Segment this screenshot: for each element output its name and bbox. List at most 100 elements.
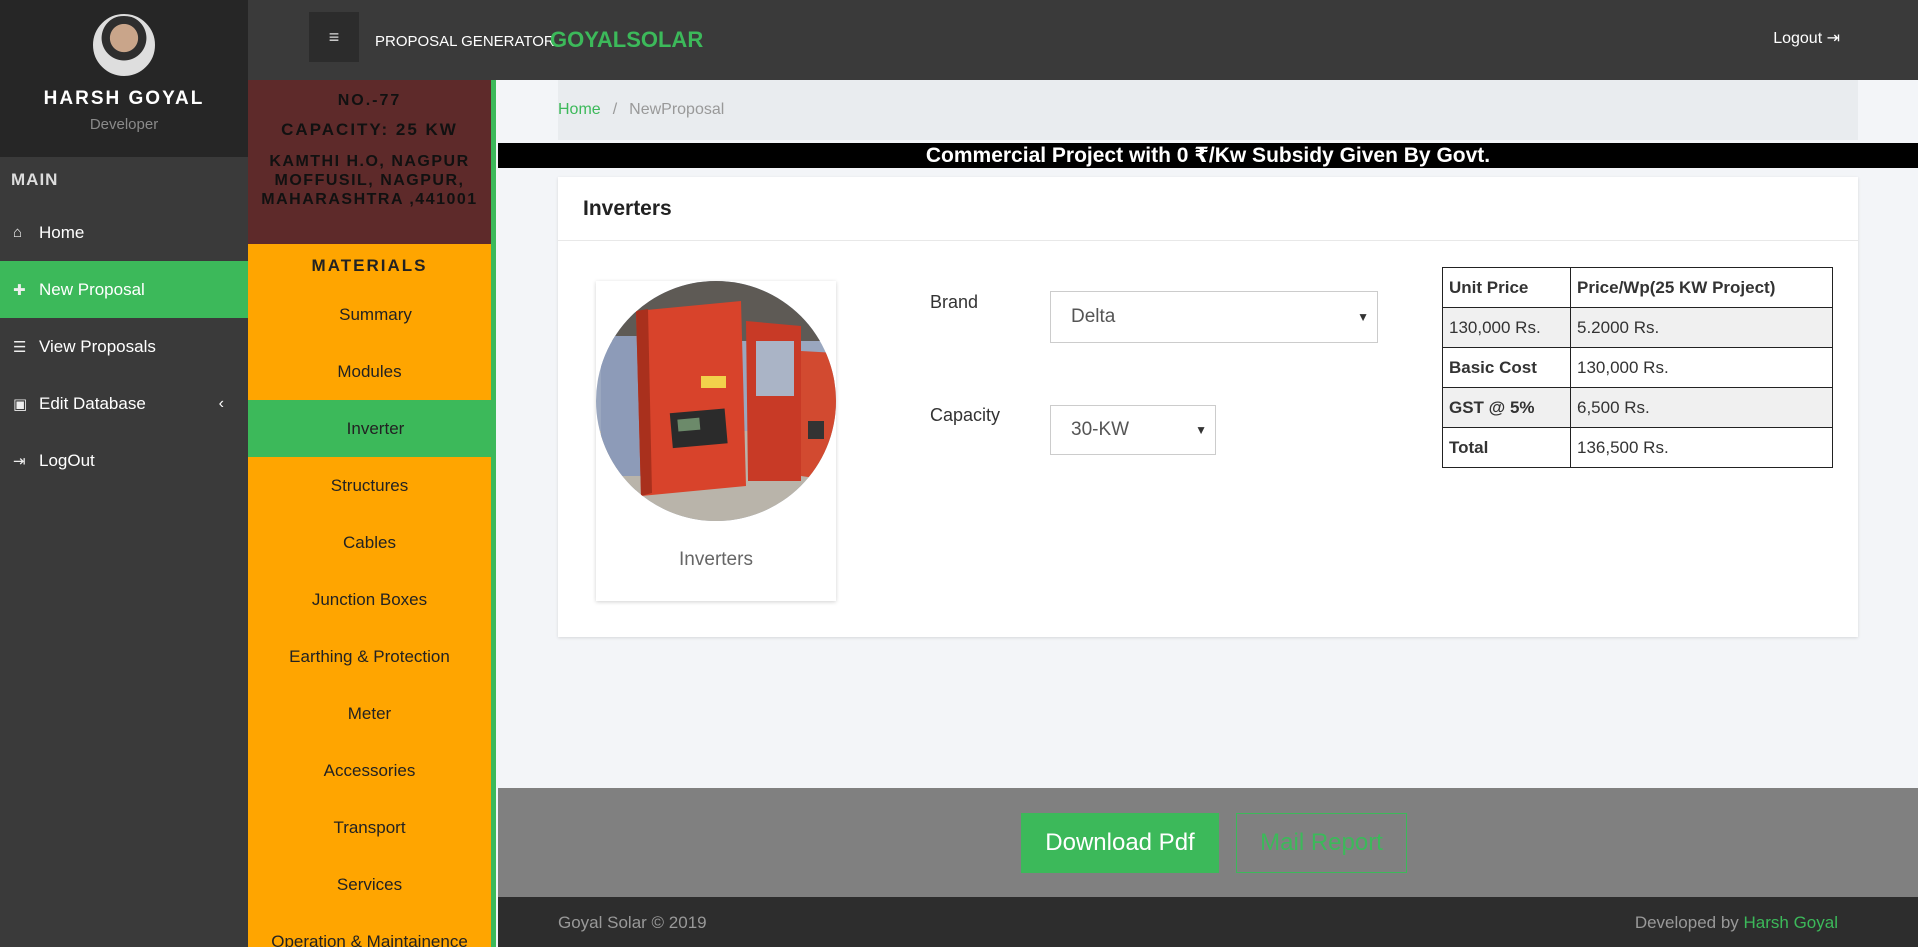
- proposal-capacity: CAPACITY: 25 KW: [281, 120, 458, 139]
- sidebar-item-label: Home: [39, 222, 85, 242]
- proposal-info: NO.-77 CAPACITY: 25 KW KAMTHI H.O, NAGPU…: [248, 80, 491, 244]
- plus-icon: ✚: [13, 281, 26, 299]
- table-row: 130,000 Rs. 5.2000 Rs.: [1442, 307, 1833, 348]
- database-icon: ☰: [13, 338, 27, 356]
- sidebar-item-label: New Proposal: [39, 279, 145, 299]
- brand-logo-text[interactable]: GOYALSOLAR: [550, 27, 703, 53]
- brand-label: Brand: [930, 292, 979, 312]
- developer-credit: Developed by Harsh Goyal: [1635, 913, 1838, 933]
- mail-report-button[interactable]: Mail Report: [1236, 813, 1407, 873]
- card-title: Inverters: [558, 177, 1858, 241]
- copyright-text: Goyal Solar © 2019: [558, 913, 707, 932]
- material-item-label: Services: [336, 874, 403, 894]
- proposal-address: KAMTHI H.O, NAGPUR MOFFUSIL, NAGPUR, MAH…: [261, 153, 478, 208]
- material-item-label: Modules: [337, 361, 402, 381]
- brand-select-value: Delta: [1071, 306, 1116, 327]
- sidebar-item-label: Edit Database: [39, 393, 146, 413]
- app-title: PROPOSAL GENERATOR: [375, 33, 555, 50]
- sidebar-item-edit-database[interactable]: ▣ Edit Database ‹: [0, 375, 248, 432]
- material-item-label: Junction Boxes: [311, 589, 428, 609]
- breadcrumb-current: NewProposal: [629, 101, 725, 118]
- capacity-select-value: 30-KW: [1071, 419, 1130, 440]
- table-cell: Basic Cost: [1442, 347, 1571, 388]
- chevron-left-icon: ‹: [218, 394, 224, 412]
- developer-prefix: Developed by: [1634, 913, 1744, 932]
- sidebar-item-new-proposal[interactable]: ✚ New Proposal: [0, 261, 248, 318]
- material-item-cables[interactable]: Cables: [248, 514, 491, 571]
- material-item-summary[interactable]: Summary: [248, 286, 491, 343]
- main-content: Home / NewProposal Commercial Project wi…: [498, 80, 1918, 788]
- capacity-select[interactable]: 30-KW ▼: [1050, 405, 1216, 455]
- inverter-image: [596, 281, 836, 521]
- breadcrumb-home-link[interactable]: Home: [558, 101, 601, 119]
- material-item-operation-maintainence[interactable]: Operation & Maintainence: [248, 913, 491, 947]
- developer-link[interactable]: Harsh Goyal: [1744, 913, 1838, 932]
- brand-select[interactable]: Delta ▼: [1050, 291, 1378, 343]
- price-table: Unit Price Price/Wp(25 KW Project) 130,0…: [1442, 267, 1833, 468]
- logout-link[interactable]: Logout ⇥: [1773, 28, 1840, 48]
- hamburger-icon: ≡: [328, 26, 340, 47]
- material-item-label: Inverter: [346, 418, 405, 438]
- home-icon: ⌂: [13, 224, 23, 241]
- table-cell: 5.2000 Rs.: [1570, 307, 1833, 348]
- material-item-earthing-protection[interactable]: Earthing & Protection: [248, 628, 491, 685]
- material-item-services[interactable]: Services: [248, 856, 491, 913]
- material-item-structures[interactable]: Structures: [248, 457, 491, 514]
- material-item-accessories[interactable]: Accessories: [248, 742, 491, 799]
- materials-sidebar: NO.-77 CAPACITY: 25 KW KAMTHI H.O, NAGPU…: [248, 80, 496, 947]
- footer: Goyal Solar © 2019 Developed by Harsh Go…: [498, 897, 1918, 947]
- material-item-label: Earthing & Protection: [289, 646, 450, 666]
- materials-title: MATERIALS: [311, 256, 428, 275]
- sidebar-item-view-proposals[interactable]: ☰ View Proposals: [0, 318, 248, 375]
- profile-name: HARSH GOYAL: [43, 88, 205, 109]
- breadcrumb: Home / NewProposal: [558, 80, 1858, 140]
- chevron-down-icon: ▼: [1195, 423, 1207, 437]
- menu-toggle-button[interactable]: ≡: [309, 12, 359, 62]
- profile-block: HARSH GOYAL Developer: [0, 0, 248, 157]
- section-title: MAIN: [11, 170, 59, 189]
- subsidy-banner: Commercial Project with 0 ₹/Kw Subsidy G…: [498, 143, 1918, 168]
- material-item-label: Structures: [330, 475, 409, 495]
- table-cell: 136,500 Rs.: [1570, 427, 1833, 468]
- table-header: Unit Price: [1442, 267, 1571, 308]
- top-header: ≡ PROPOSAL GENERATOR GOYALSOLAR Logout ⇥: [248, 0, 1918, 80]
- material-item-label: Meter: [347, 703, 392, 723]
- materials-list: Summary Modules Inverter Structures Cables Ju…: [248, 286, 491, 947]
- profile-role: Developer: [89, 116, 159, 133]
- material-item-meter[interactable]: Meter: [248, 685, 491, 742]
- material-item-label: Operation & Maintainence: [271, 931, 468, 947]
- material-item-junction-boxes[interactable]: Junction Boxes: [248, 571, 491, 628]
- material-item-label: Cables: [343, 532, 396, 552]
- table-header: Price/Wp(25 KW Project): [1570, 267, 1833, 308]
- inverter-card: Inverters Inverters Brand Delta ▼ Capaci…: [558, 177, 1858, 637]
- material-item-transport[interactable]: Transport: [248, 799, 491, 856]
- table-cell: 6,500 Rs.: [1570, 387, 1833, 428]
- table-row: Total 136,500 Rs.: [1442, 427, 1833, 468]
- action-bar: Download Pdf Mail Report: [498, 788, 1918, 897]
- breadcrumb-separator: /: [612, 101, 618, 118]
- chevron-down-icon: ▼: [1357, 310, 1369, 324]
- table-cell: Total: [1442, 427, 1571, 468]
- material-item-inverter[interactable]: Inverter: [248, 400, 491, 457]
- avatar[interactable]: [93, 14, 155, 76]
- product-label: Inverters: [679, 549, 753, 570]
- table-row: GST @ 5% 6,500 Rs.: [1442, 387, 1833, 428]
- material-item-label: Accessories: [323, 760, 416, 780]
- edit-icon: ▣: [13, 395, 28, 413]
- sidebar-item-label: LogOut: [39, 450, 95, 470]
- sign-out-icon: ⇥: [13, 452, 26, 470]
- sidebar-item-logout[interactable]: ⇥ LogOut: [0, 432, 248, 489]
- material-item-modules[interactable]: Modules: [248, 343, 491, 400]
- material-item-label: Transport: [333, 817, 406, 837]
- material-item-label: Summary: [339, 304, 412, 324]
- product-tile[interactable]: Inverters: [596, 281, 836, 601]
- main-sidebar: HARSH GOYAL Developer MAIN ⌂ Home ✚ New …: [0, 0, 248, 947]
- capacity-label: Capacity: [930, 405, 1001, 425]
- table-cell: 130,000 Rs.: [1442, 307, 1571, 348]
- sidebar-item-label: View Proposals: [39, 336, 156, 356]
- download-pdf-button[interactable]: Download Pdf: [1021, 813, 1219, 873]
- table-row: Basic Cost 130,000 Rs.: [1442, 347, 1833, 388]
- table-cell: GST @ 5%: [1442, 387, 1571, 428]
- sidebar-item-home[interactable]: ⌂ Home: [0, 204, 248, 261]
- table-cell: 130,000 Rs.: [1570, 347, 1833, 388]
